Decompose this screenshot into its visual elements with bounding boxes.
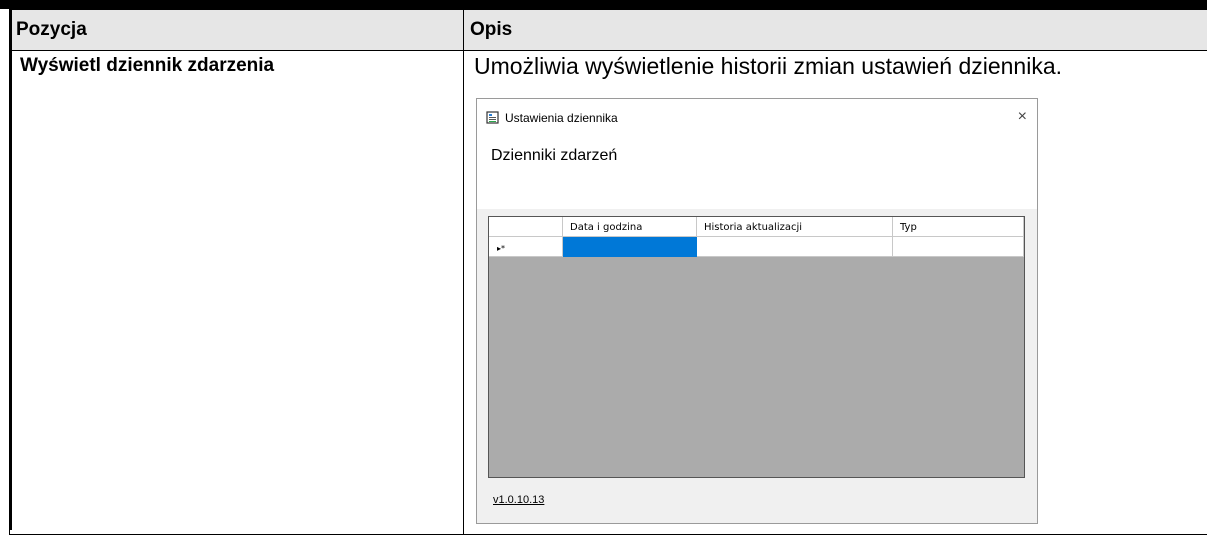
row-position-name: Wyświetl dziennik zdarzenia	[10, 51, 464, 535]
top-border	[0, 0, 1207, 9]
grid-header-row: Data i godzina Historia aktualizacji Typ	[489, 217, 1024, 237]
cell-type[interactable]	[893, 237, 1024, 257]
app-icon	[486, 111, 500, 125]
dialog-titlebar: Ustawienia dziennika ×	[477, 99, 1037, 139]
table-header-row: Pozycja Opis	[10, 10, 1207, 51]
log-settings-dialog: Ustawienia dziennika × Dzienniki zdarzeń…	[476, 98, 1038, 524]
new-row-indicator[interactable]: ▸*	[489, 237, 563, 257]
cell-date-selected[interactable]	[563, 237, 697, 257]
table-row[interactable]: ▸*	[489, 237, 1024, 257]
dialog-heading-area: Dzienniki zdarzeń	[477, 139, 1037, 209]
header-pozycja: Pozycja	[10, 10, 464, 51]
dialog-title: Ustawienia dziennika	[505, 111, 618, 125]
version-link[interactable]: v1.0.10.13	[493, 494, 544, 506]
row-description-text: Umożliwia wyświetlenie historii zmian us…	[474, 53, 1207, 80]
cell-history[interactable]	[697, 237, 893, 257]
close-icon[interactable]: ×	[1018, 108, 1027, 126]
event-log-grid[interactable]: Data i godzina Historia aktualizacji Typ…	[488, 216, 1025, 478]
left-border	[9, 9, 12, 530]
column-header-date[interactable]: Data i godzina	[563, 217, 697, 237]
grid-corner-cell[interactable]	[489, 217, 563, 237]
header-opis: Opis	[464, 10, 1207, 51]
column-header-history[interactable]: Historia aktualizacji	[697, 217, 893, 237]
dialog-heading: Dzienniki zdarzeń	[491, 147, 617, 165]
column-header-type[interactable]: Typ	[893, 217, 1024, 237]
